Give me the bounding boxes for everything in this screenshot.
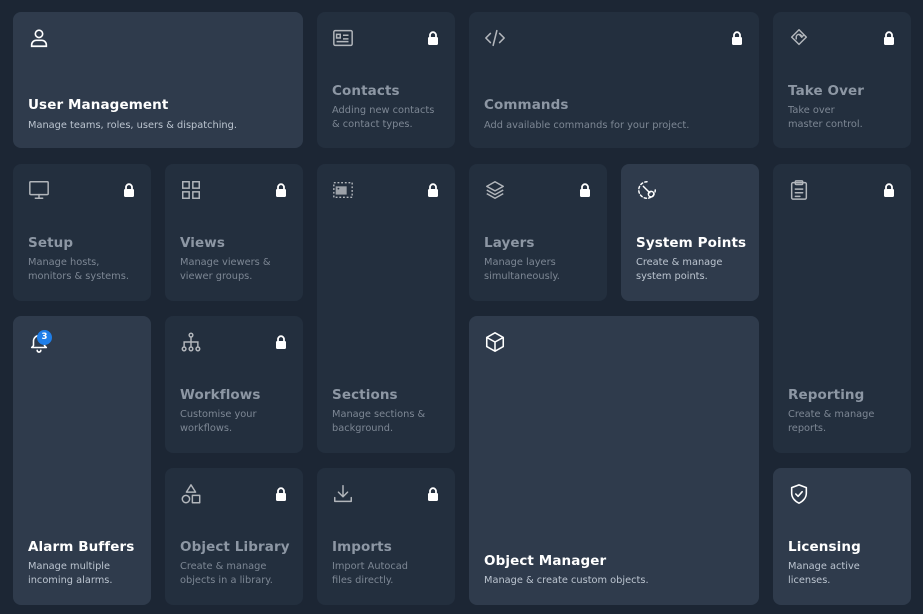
code-icon <box>484 27 506 49</box>
tile-description: Manage hosts, monitors & systems. <box>28 257 129 282</box>
tile-licensing[interactable]: Licensing Manage active licenses. <box>773 468 911 605</box>
tile-description: Manage & create custom objects. <box>484 575 649 586</box>
clipboard-icon <box>788 179 810 201</box>
lock-icon <box>123 183 135 197</box>
tile-title: System Points <box>636 235 747 251</box>
system-points-icon <box>636 179 658 201</box>
tile-views[interactable]: Views Manage viewers & viewer groups. <box>165 164 303 301</box>
tile-description: Customise your workflows. <box>180 409 257 434</box>
lock-icon <box>275 487 287 501</box>
tile-title: Setup <box>28 235 74 251</box>
lock-icon <box>427 31 439 45</box>
tile-title: Object Library <box>180 539 290 555</box>
monitor-icon <box>28 179 50 201</box>
tile-system-points[interactable]: System Points Create & manage system poi… <box>621 164 759 301</box>
user-icon <box>28 27 50 49</box>
section-image-icon <box>332 179 354 201</box>
tile-description: Take over master control. <box>788 105 863 130</box>
tile-title: User Management <box>28 97 169 113</box>
tile-workflows[interactable]: Workflows Customise your workflows. <box>165 316 303 453</box>
tile-user-management[interactable]: User Management Manage teams, roles, use… <box>13 12 303 148</box>
tile-title: Alarm Buffers <box>28 539 135 555</box>
tile-title: Workflows <box>180 387 261 403</box>
tile-sections[interactable]: Sections Manage sections & background. <box>317 164 455 453</box>
tile-description: Adding new contacts & contact types. <box>332 105 435 130</box>
tile-object-manager[interactable]: Object Manager Manage & create custom ob… <box>469 316 759 605</box>
tile-alarm-buffers[interactable]: 3 Alarm Buffers Manage multiple incoming… <box>13 316 151 605</box>
tile-description: Manage layers simultaneously. <box>484 257 560 282</box>
lock-icon <box>427 487 439 501</box>
lock-icon <box>883 183 895 197</box>
tile-contacts[interactable]: Contacts Adding new contacts & contact t… <box>317 12 455 148</box>
tile-title: Views <box>180 235 226 251</box>
notification-badge: 3 <box>37 330 52 345</box>
lock-icon <box>731 31 743 45</box>
cube-icon <box>484 331 506 353</box>
tile-object-library[interactable]: Object Library Create & manage objects i… <box>165 468 303 605</box>
layers-icon <box>484 179 506 201</box>
tile-title: Object Manager <box>484 553 607 569</box>
take-over-icon <box>788 27 810 49</box>
tile-title: Reporting <box>788 387 865 403</box>
download-icon <box>332 483 354 505</box>
tile-reporting[interactable]: Reporting Create & manage reports. <box>773 164 911 453</box>
tile-description: Create & manage system points. <box>636 257 723 282</box>
tile-title: Sections <box>332 387 398 403</box>
hierarchy-icon <box>180 331 202 353</box>
contact-card-icon <box>332 27 354 49</box>
lock-icon <box>275 335 287 349</box>
tile-title: Layers <box>484 235 535 251</box>
tile-description: Import Autocad files directly. <box>332 561 408 586</box>
tile-take-over[interactable]: Take Over Take over master control. <box>773 12 911 148</box>
tile-description: Manage sections & background. <box>332 409 426 434</box>
tile-title: Commands <box>484 97 569 113</box>
tile-description: Create & manage objects in a library. <box>180 561 273 586</box>
lock-icon <box>275 183 287 197</box>
lock-icon <box>427 183 439 197</box>
grid-icon <box>180 179 202 201</box>
tile-setup[interactable]: Setup Manage hosts, monitors & systems. <box>13 164 151 301</box>
lock-icon <box>883 31 895 45</box>
tile-description: Manage active licenses. <box>788 561 860 586</box>
lock-icon <box>579 183 591 197</box>
shield-check-icon <box>788 483 810 505</box>
tile-description: Manage teams, roles, users & dispatching… <box>28 120 237 131</box>
tile-description: Add available commands for your project. <box>484 120 690 131</box>
tile-commands[interactable]: Commands Add available commands for your… <box>469 12 759 148</box>
tile-description: Manage viewers & viewer groups. <box>180 257 271 282</box>
tile-title: Take Over <box>788 83 865 99</box>
tile-layers[interactable]: Layers Manage layers simultaneously. <box>469 164 607 301</box>
tile-description: Create & manage reports. <box>788 409 875 434</box>
tile-title: Licensing <box>788 539 861 555</box>
tile-title: Imports <box>332 539 392 555</box>
tile-description: Manage multiple incoming alarms. <box>28 561 113 586</box>
tile-title: Contacts <box>332 83 400 99</box>
shapes-icon <box>180 483 202 505</box>
tile-imports[interactable]: Imports Import Autocad files directly. <box>317 468 455 605</box>
